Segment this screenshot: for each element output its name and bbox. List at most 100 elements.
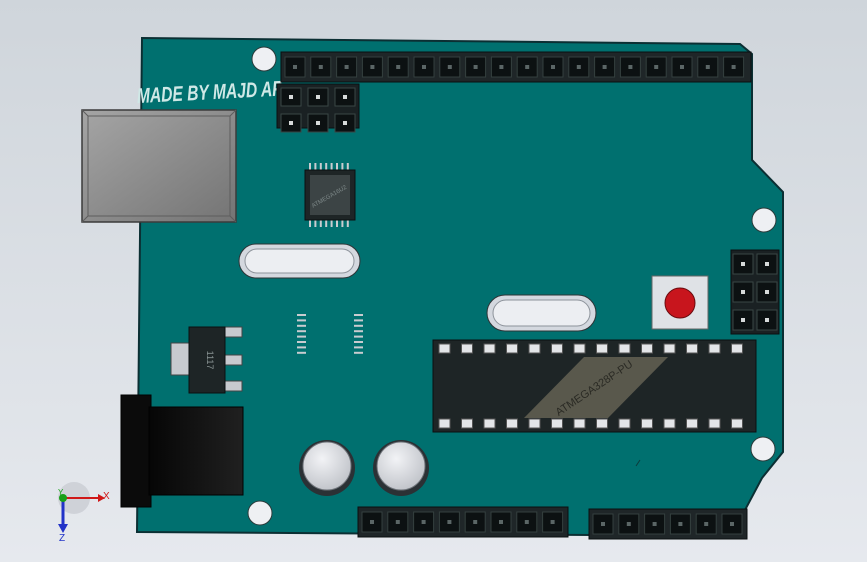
header-pin xyxy=(525,65,530,69)
chip-pin xyxy=(596,343,608,354)
crystal-oscillator xyxy=(238,243,361,279)
chip-pin xyxy=(573,343,586,354)
chip-pin xyxy=(297,346,306,349)
chip-pin xyxy=(483,343,496,354)
header-pin xyxy=(654,65,659,69)
mounting-hole xyxy=(750,436,776,462)
triad-z-label: Z xyxy=(59,533,65,544)
header-pin xyxy=(370,520,374,524)
header-pin xyxy=(396,65,401,69)
header-pin xyxy=(343,95,347,99)
chip-pin xyxy=(438,343,451,354)
chip-pin xyxy=(708,418,721,429)
header-pin xyxy=(422,65,426,69)
header-pin xyxy=(765,318,769,322)
chip-pin xyxy=(506,343,518,354)
chip-pin xyxy=(297,351,306,354)
chip-pin xyxy=(663,343,676,354)
header-pin xyxy=(576,65,581,69)
chip-pin xyxy=(663,418,676,429)
header-pin xyxy=(316,121,320,125)
header-pin xyxy=(741,318,745,322)
usb-b-connector xyxy=(81,109,237,223)
header-pin xyxy=(473,520,478,524)
header-pin xyxy=(499,65,504,69)
chip-pin xyxy=(618,343,631,354)
header-pin xyxy=(316,95,320,99)
chip-pin xyxy=(354,314,363,316)
header-pin xyxy=(741,262,745,266)
mounting-hole xyxy=(247,500,273,526)
coordinate-triad: X Y Z xyxy=(58,482,110,544)
crystal-oscillator xyxy=(486,294,597,332)
header-pin xyxy=(395,520,400,524)
header-pin xyxy=(765,290,769,294)
chip-pin xyxy=(354,341,363,343)
header-pin xyxy=(705,65,710,69)
cad-viewport[interactable]: MADE BY MAJD AF ATMEGA16U2 1117 ATMEGA32… xyxy=(0,0,867,562)
chip-pin xyxy=(551,418,563,429)
header-pin xyxy=(447,520,452,524)
reset-button[interactable] xyxy=(651,275,709,330)
triad-y-label: Y xyxy=(58,488,64,497)
triad-x-label: X xyxy=(103,491,110,502)
power-header-bottom xyxy=(357,506,569,538)
chip-pin xyxy=(354,324,363,327)
header-pin xyxy=(680,65,684,69)
chip-pin xyxy=(686,418,698,429)
chip-pin xyxy=(528,418,541,429)
chip-pin xyxy=(297,341,306,343)
header-pin xyxy=(551,65,555,69)
header-pin xyxy=(626,522,631,526)
header-pin xyxy=(289,95,293,99)
header-pin xyxy=(499,520,503,524)
chip-pin xyxy=(506,418,518,429)
regulator-marking: 1117 xyxy=(205,351,215,370)
chip-pin xyxy=(528,343,541,354)
chip-pin xyxy=(708,343,721,354)
header-pin xyxy=(318,65,323,69)
icsp-header xyxy=(276,83,360,133)
header-pin xyxy=(370,65,375,69)
header-pin xyxy=(765,262,769,266)
header-pin xyxy=(730,522,734,526)
header-pin xyxy=(601,522,605,526)
header-pin xyxy=(678,522,683,526)
header-pin xyxy=(652,522,657,526)
header-pin xyxy=(293,65,297,69)
header-pin xyxy=(343,121,347,125)
analog-header-bottom xyxy=(588,508,748,540)
header-pin xyxy=(421,520,426,524)
chip-pin xyxy=(641,343,653,354)
chip-pin xyxy=(297,314,306,316)
header-pin xyxy=(524,520,529,524)
chip-pin xyxy=(596,418,608,429)
chip-pin xyxy=(551,343,563,354)
arduino-board-render: MADE BY MAJD AF ATMEGA16U2 1117 ATMEGA32… xyxy=(58,36,784,544)
header-pin xyxy=(731,65,736,69)
chip-pin xyxy=(354,335,363,338)
chip-pin xyxy=(297,335,306,338)
chip-pin xyxy=(354,346,363,349)
chip-pin xyxy=(297,330,306,333)
header-pin xyxy=(289,121,293,125)
chip-pin xyxy=(354,319,363,322)
chip-pin xyxy=(354,330,363,333)
header-pin xyxy=(602,65,607,69)
header-pin xyxy=(344,65,349,69)
chip-pin xyxy=(461,343,473,354)
dc-power-jack xyxy=(120,394,244,508)
electrolytic-capacitor xyxy=(373,440,429,496)
chip-pin xyxy=(731,418,743,429)
header-pin xyxy=(447,65,452,69)
electrolytic-capacitor xyxy=(299,440,355,496)
chip-pin xyxy=(354,351,363,354)
header-pin xyxy=(704,522,709,526)
chip-pin xyxy=(618,418,631,429)
chip-pin xyxy=(297,319,306,322)
chip-pin xyxy=(438,418,451,429)
header-pin xyxy=(741,290,745,294)
chip-pin xyxy=(641,418,653,429)
chip-pin xyxy=(686,343,698,354)
mounting-hole xyxy=(751,207,777,233)
